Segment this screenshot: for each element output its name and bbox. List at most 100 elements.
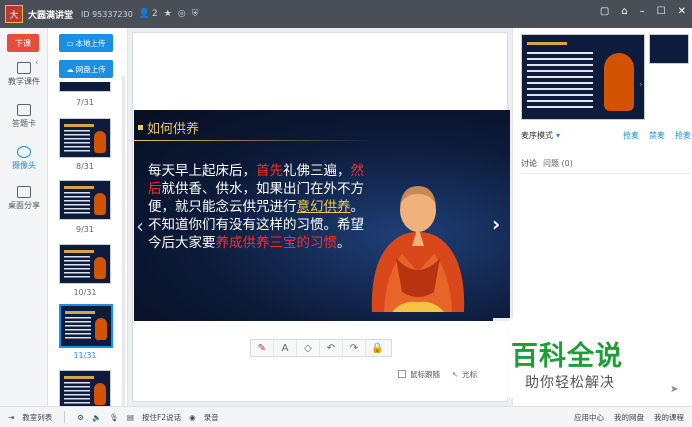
settings-icon[interactable]: ⚙ (77, 413, 84, 422)
local-upload-button[interactable]: ▭ 本地上传 (59, 34, 113, 52)
slide-title-text: 如何供养 (147, 122, 200, 137)
classroom-list-button[interactable]: 教室列表 (22, 412, 52, 423)
grab-mic-link[interactable]: 抢麦 (623, 130, 639, 141)
divider (64, 411, 66, 423)
mic-mode-row: 麦序模式 ▾ 抢麦 禁麦 抢麦 (521, 130, 691, 141)
pen-icon[interactable]: ✎ (251, 340, 274, 356)
slide-text-highlight: 首先 (256, 163, 283, 179)
text-icon[interactable]: A (274, 340, 297, 356)
slide-text-highlight: 意幻供养 (296, 199, 351, 215)
mic-actions: 抢麦 禁麦 抢麦 (623, 130, 691, 141)
slide-thumbnail[interactable] (59, 118, 111, 158)
nav-answer-card-label: 答题卡 (12, 119, 36, 128)
laser-pointer-label[interactable]: 光标 (462, 369, 477, 380)
nav-screen-share[interactable]: 桌面分享 (0, 186, 48, 211)
mic-icon[interactable]: 🎙 (109, 413, 119, 422)
shield-icon[interactable]: ⛨ (192, 9, 199, 19)
nav-answer-card[interactable]: 答题卡 (0, 104, 48, 129)
screen-share-icon (17, 186, 31, 198)
next-slide-icon[interactable]: › (492, 212, 500, 236)
close-icon[interactable]: ✕ (678, 6, 686, 17)
minimize-icon[interactable]: – (640, 6, 645, 17)
bottom-left-controls: ⇥ 教室列表 ⚙ 🔈 🎙 ▤ 按住F2说话 ◉ 录音 (8, 411, 219, 423)
cloud-upload-label: 网盘上传 (75, 64, 106, 74)
slide-thumbnail[interactable] (59, 244, 111, 284)
expand-arrow-icon[interactable]: › (639, 80, 643, 90)
undo-icon[interactable]: ↶ (320, 340, 343, 356)
mic-mode-label[interactable]: 麦序模式 (521, 130, 553, 141)
push-to-talk-button[interactable]: 按住F2说话 (142, 412, 181, 423)
folder-icon: ▭ (66, 38, 74, 48)
lock-icon[interactable]: 🔒 (366, 340, 389, 356)
mute-mic-link[interactable]: 禁麦 (649, 130, 665, 141)
drawing-toolbar: ✎ A ◇ ↶ ↷ 🔒 (250, 339, 392, 357)
room-id: ID 95337230 (81, 9, 133, 19)
room-name: 大圆满讲堂 (28, 10, 74, 21)
end-class-button[interactable]: 下课 (7, 34, 39, 52)
record-button[interactable]: 录音 (204, 412, 219, 423)
cloud-upload-button[interactable]: ☁ 网盘上传 (59, 60, 113, 78)
prev-slide-icon[interactable]: ‹ (136, 214, 144, 238)
app-center-link[interactable]: 应用中心 (574, 412, 604, 423)
user-count: 2 (152, 9, 158, 19)
my-drive-link[interactable]: 我的网盘 (614, 412, 644, 423)
title-bar: 大 大圆满讲堂 ID 95337230 👤 2 ★ ◎ ⛨ ▢ ⌂ – ☐ ✕ (0, 0, 692, 28)
send-icon[interactable]: ➤ (670, 384, 678, 395)
mouse-follow-label: 鼠标跟随 (410, 369, 440, 379)
nav-camera-label: 摄像头 (12, 161, 36, 170)
slide-thumbnails: ▭ 本地上传 ☁ 网盘上传 7/31 8/31 9/31 10/31 11/31 (48, 28, 128, 406)
tab-questions[interactable]: 问题 (0) (543, 158, 573, 169)
slide-text: 每天早上起床后， (148, 163, 256, 179)
video-preview[interactable] (521, 34, 645, 120)
restore-icon[interactable]: ▢ (600, 6, 609, 17)
slide-thumbnail-selected[interactable] (59, 304, 113, 348)
laser-pointer-icon[interactable]: ↖ (452, 370, 458, 379)
slide-thumbnail[interactable] (59, 370, 111, 406)
maximize-icon[interactable]: ☐ (657, 6, 666, 17)
slide-text: 。 (337, 235, 351, 251)
mouse-follow-checkbox[interactable] (398, 370, 406, 378)
local-upload-label: 本地上传 (75, 38, 106, 48)
slide-thumbnail-label: 9/31 (76, 225, 94, 234)
watermark-subtitle: 助你轻松解决 (525, 375, 615, 391)
answer-card-icon (17, 104, 31, 116)
slide-thumbnail-label: 7/31 (76, 98, 94, 107)
tab-discussion[interactable]: 讨论 (521, 158, 537, 169)
record-icon[interactable]: ◉ (189, 413, 196, 422)
nav-camera[interactable]: 摄像头 (0, 146, 48, 171)
slide-thumbnail-label: 10/31 (73, 288, 97, 297)
my-courses-link[interactable]: 我的课程 (654, 412, 684, 423)
user-icon: 👤 (138, 9, 151, 19)
nav-courseware[interactable]: 教学课件 (0, 62, 48, 87)
chevron-down-icon[interactable]: ▾ (556, 131, 560, 140)
slide-thumbnail-label: 8/31 (76, 162, 94, 171)
bottom-bar: ⇥ 教室列表 ⚙ 🔈 🎙 ▤ 按住F2说话 ◉ 录音 应用中心 我的网盘 我的课… (0, 406, 692, 427)
hand-icon[interactable]: ▤ (127, 413, 134, 422)
current-slide: 如何供养 每天早上起床后，首先礼佛三遍，然后就供香、供水，如果出门在外不方便，就… (134, 110, 510, 321)
skin-icon[interactable]: ⌂ (621, 6, 627, 17)
eraser-icon[interactable]: ◇ (297, 340, 320, 356)
refresh-icon[interactable]: ◎ (178, 9, 186, 19)
thumbnail-scrollbar[interactable] (122, 76, 125, 406)
title-underline (134, 140, 374, 141)
room-logo: 大 (5, 5, 23, 23)
speaker-icon[interactable]: 🔈 (92, 413, 101, 422)
slide-thumbnail[interactable] (59, 82, 111, 92)
courseware-icon (17, 62, 31, 74)
video-preview-small[interactable] (649, 34, 689, 64)
camera-icon (17, 146, 31, 158)
redo-icon[interactable]: ↷ (343, 340, 366, 356)
left-nav: 下课 ‹ 教学课件 答题卡 摄像头 桌面分享 (0, 28, 48, 406)
grab-mic-link-2[interactable]: 抢麦 (675, 130, 691, 141)
cursor-options: 鼠标跟随 ↖ 光标 (398, 367, 477, 381)
bottom-right-links: 应用中心 我的网盘 我的课程 (574, 412, 684, 423)
star-icon[interactable]: ★ (164, 9, 172, 19)
exit-icon[interactable]: ⇥ (8, 413, 14, 422)
nav-courseware-label: 教学课件 (8, 77, 40, 86)
slide-text-highlight: 养成供养三宝的习惯 (215, 235, 338, 251)
slide-thumbnail-label: 11/31 (73, 351, 97, 360)
cloud-icon: ☁ (66, 64, 74, 74)
watermark-title: 百科全说 (511, 341, 623, 372)
slide-title: 如何供养 (138, 118, 199, 137)
slide-thumbnail[interactable] (59, 180, 111, 220)
